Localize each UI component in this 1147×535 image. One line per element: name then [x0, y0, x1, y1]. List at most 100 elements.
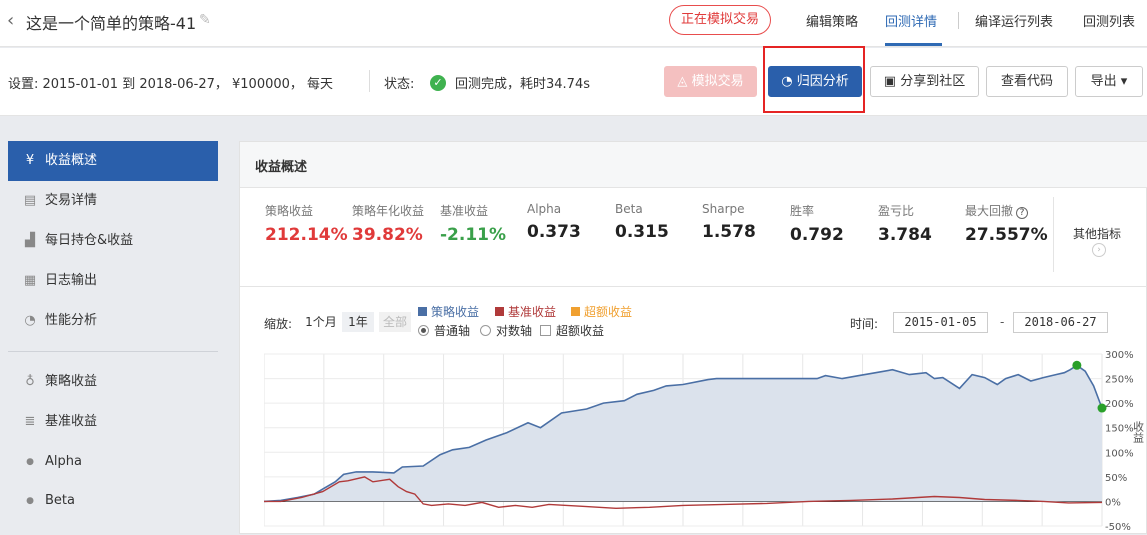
- metric-value: 212.14%: [265, 225, 348, 245]
- metric-profit-loss-ratio: 盈亏比 3.784: [878, 202, 932, 245]
- sidebar-item-performance[interactable]: ◔ 性能分析: [8, 301, 218, 341]
- legend-benchmark[interactable]: 基准收益: [495, 303, 556, 320]
- view-code-button[interactable]: 查看代码: [986, 66, 1068, 97]
- checkbox-label: 超额收益: [556, 324, 605, 338]
- y-tick-label: 200%: [1105, 399, 1134, 410]
- export-label: 导出: [1090, 74, 1117, 89]
- chevron-left-icon[interactable]: ‹: [7, 10, 14, 31]
- marker-point: [1097, 403, 1107, 413]
- marker-point: [1072, 360, 1082, 370]
- radio-normal-axis[interactable]: 普通轴: [418, 322, 470, 339]
- tab-edit-strategy[interactable]: 编辑策略: [806, 11, 858, 30]
- tab-compile-list[interactable]: 编译运行列表: [975, 11, 1053, 30]
- top-bar: ‹ 这是一个简单的策略-41 ✎ 正在模拟交易 编辑策略 回测详情 编译运行列表…: [0, 0, 1147, 47]
- sidebar-divider: [8, 351, 218, 352]
- zoom-all[interactable]: 全部: [379, 312, 411, 332]
- metric-label: 策略年化收益: [352, 204, 425, 218]
- legend-swatch: [571, 307, 580, 316]
- sidebar-item-label: 策略收益: [45, 374, 98, 389]
- tab-backtest-details[interactable]: 回测详情: [885, 11, 937, 30]
- sidebar-item-strategy-return[interactable]: ♁ 策略收益: [8, 362, 218, 402]
- zoom-1-year[interactable]: 1年: [342, 312, 374, 332]
- sim-trade-button[interactable]: ◬ 模拟交易: [664, 66, 757, 97]
- metric-alpha: Alpha 0.373: [527, 202, 581, 242]
- checkbox-excess[interactable]: 超额收益: [540, 322, 604, 339]
- caret-down-icon: ▾: [1116, 74, 1128, 89]
- legend-excess[interactable]: 超额收益: [571, 303, 632, 320]
- metric-label: 最大回撤: [965, 204, 1014, 218]
- other-metrics-link[interactable]: 其他指标: [1073, 225, 1121, 242]
- sidebar-item-logs[interactable]: ▦ 日志输出: [8, 261, 218, 301]
- metric-value: 1.578: [702, 222, 756, 242]
- sidebar-item-positions[interactable]: ▟ 每日持仓&收益: [8, 221, 218, 261]
- share-label: 分享到社区: [900, 74, 966, 89]
- sidebar-item-label: 基准收益: [45, 414, 98, 429]
- check-circle-icon: ✓: [430, 75, 446, 91]
- metric-sharpe: Sharpe 1.578: [702, 202, 756, 242]
- strategy-title: 这是一个简单的策略-41: [26, 14, 197, 33]
- comment-icon: ▣: [883, 74, 901, 89]
- sidebar-item-label: Alpha: [45, 454, 82, 469]
- metric-label: 策略收益: [265, 204, 314, 218]
- panel-title: 收益概述: [255, 160, 308, 175]
- legend-strategy[interactable]: 策略收益: [418, 303, 479, 320]
- sidebar: ¥ 收益概述 ▤ 交易详情 ▟ 每日持仓&收益 ▦ 日志输出 ◔ 性能分析 ♁ 策略收益 ≣…: [0, 117, 238, 534]
- sidebar-item-label: 交易详情: [45, 193, 98, 208]
- series-strategy-area: [264, 365, 1102, 502]
- sidebar-item-label: 每日持仓&收益: [45, 233, 134, 248]
- metric-label: 基准收益: [440, 204, 489, 218]
- overview-panel: 收益概述 策略收益 212.14% 策略年化收益 39.82% 基准收益 -2.11%…: [239, 141, 1147, 534]
- y-tick-label: -50%: [1105, 522, 1131, 533]
- radio-log-axis[interactable]: 对数轴: [480, 322, 532, 339]
- time-label: 时间:: [850, 317, 879, 331]
- y-tick-label: 50%: [1105, 473, 1127, 484]
- pie-chart-icon: ◔: [24, 313, 36, 328]
- sidebar-item-trades[interactable]: ▤ 交易详情: [8, 181, 218, 221]
- metric-value: 0.315: [615, 222, 669, 242]
- metric-label: Alpha: [527, 202, 562, 216]
- share-button[interactable]: ▣ 分享到社区: [870, 66, 979, 97]
- panel-header: 收益概述: [240, 142, 1147, 188]
- lightbulb-icon: ♁: [25, 374, 35, 389]
- sidebar-item-alpha[interactable]: ● Alpha: [8, 442, 218, 482]
- y-tick-label: 150%: [1105, 424, 1134, 435]
- export-button[interactable]: 导出 ▾: [1075, 66, 1143, 97]
- metric-benchmark-return: 基准收益 -2.11%: [440, 202, 506, 245]
- zoom-1-month[interactable]: 1个月: [304, 312, 338, 332]
- document-icon: ▤: [23, 193, 37, 208]
- bullet-icon: ●: [26, 496, 34, 506]
- y-tick-label: 0%: [1105, 497, 1121, 508]
- bar-chart-icon: ▟: [25, 233, 35, 248]
- date-from-input[interactable]: 2015-01-05: [893, 312, 988, 333]
- pencil-icon[interactable]: ✎: [199, 12, 211, 28]
- backtest-settings: 设置: 2015-01-01 到 2018-06-27， ¥100000， 每天: [8, 77, 334, 92]
- help-icon[interactable]: ?: [1016, 207, 1029, 219]
- metric-max-drawdown: 最大回撤? 27.557%: [965, 202, 1048, 245]
- sidebar-item-benchmark-return[interactable]: ≣ 基准收益: [8, 402, 218, 442]
- returns-chart[interactable]: 300% 250% 200% 150% 100% 50% 0% -50% 收益: [264, 346, 1147, 535]
- metric-value: 0.792: [790, 225, 844, 245]
- sim-trading-badge[interactable]: 正在模拟交易: [669, 5, 771, 35]
- legend-swatch: [418, 307, 427, 316]
- y-tick-label: 250%: [1105, 375, 1134, 386]
- sidebar-item-beta[interactable]: ● Beta: [8, 481, 218, 521]
- metric-strategy-return: 策略收益 212.14%: [265, 202, 348, 245]
- legend-swatch: [495, 307, 504, 316]
- metric-label: 胜率: [790, 204, 815, 218]
- status-text: 回测完成，耗时34.74s: [455, 77, 590, 92]
- sidebar-item-label: 收益概述: [45, 153, 98, 168]
- y-tick-label: 300%: [1105, 350, 1134, 361]
- tab-backtest-list[interactable]: 回测列表: [1083, 11, 1135, 30]
- chevron-right-icon[interactable]: ›: [1092, 243, 1106, 257]
- sidebar-item-overview[interactable]: ¥ 收益概述: [8, 141, 218, 181]
- legend-label: 基准收益: [508, 305, 557, 319]
- metric-value: 27.557%: [965, 225, 1048, 245]
- status-label: 状态:: [384, 77, 415, 92]
- active-tab-indicator: [885, 43, 942, 46]
- metric-label: 盈亏比: [878, 204, 915, 218]
- date-to-input[interactable]: 2018-06-27: [1013, 312, 1108, 333]
- divider: [1053, 197, 1054, 272]
- chart-icon: ◬: [677, 74, 692, 89]
- metric-label: Sharpe: [702, 202, 745, 216]
- zoom-label: 缩放:: [264, 317, 293, 331]
